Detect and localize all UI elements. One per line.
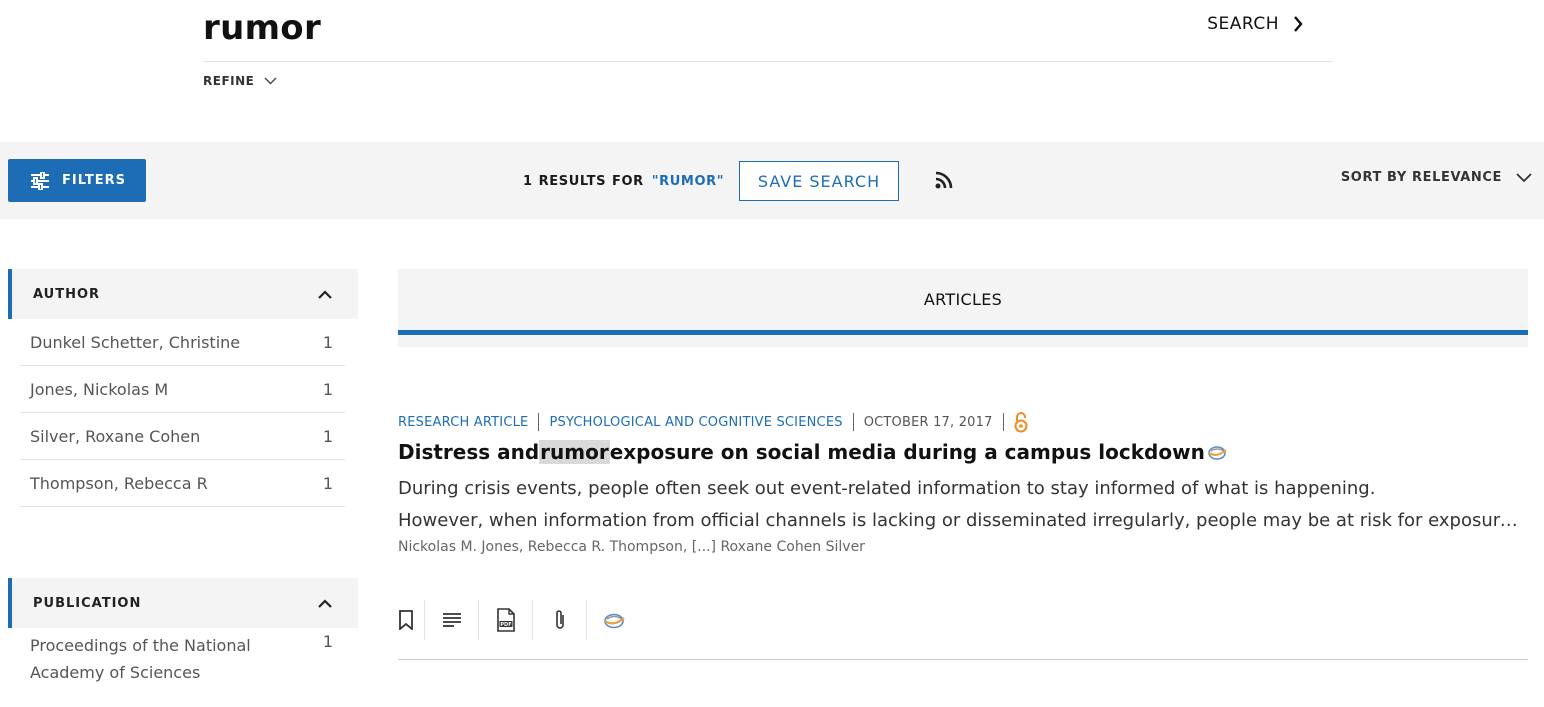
open-access-lock-icon: [1014, 412, 1028, 433]
altmetric-button[interactable]: [587, 600, 641, 640]
facet-item-author[interactable]: Jones, Nickolas M 1: [20, 366, 345, 413]
abstract-line: However, when information from official …: [398, 510, 1518, 531]
results-count: 1: [523, 174, 533, 189]
facet-item-count: 1: [322, 426, 333, 446]
filters-button[interactable]: FILTERS: [8, 159, 146, 202]
results-query: "RUMOR": [651, 174, 725, 189]
search-button[interactable]: SEARCH: [1207, 14, 1303, 34]
sort-dropdown[interactable]: SORT BY RELEVANCE: [1341, 170, 1532, 185]
sort-label: SORT BY RELEVANCE: [1340, 170, 1502, 185]
search-bar: rumor SEARCH: [203, 0, 1333, 62]
result-abstract: During crisis events, people often seek …: [398, 473, 1518, 537]
attachment-icon: [555, 610, 564, 629]
results-label: RESULTS: [538, 174, 607, 189]
publication-facet-list: Proceedings of the National Academy of S…: [20, 628, 345, 686]
altmetric-icon: [604, 613, 625, 629]
bookmark-button[interactable]: [398, 600, 425, 640]
search-input[interactable]: rumor: [203, 8, 321, 48]
facet-item-name: Jones, Nickolas M: [30, 379, 169, 399]
author-facet-header[interactable]: AUTHOR: [8, 269, 358, 319]
article-type-link[interactable]: RESEARCH ARTICLE: [398, 415, 528, 430]
author-facet-list: Dunkel Schetter, Christine 1 Jones, Nick…: [20, 319, 345, 507]
title-text: Distress and: [398, 440, 540, 464]
svg-text:PDF: PDF: [500, 622, 511, 628]
facet-item-name: Dunkel Schetter, Christine: [30, 332, 241, 352]
results-for-label: FOR: [612, 174, 644, 189]
facet-item-author[interactable]: Silver, Roxane Cohen 1: [20, 413, 345, 460]
facet-item-author[interactable]: Thompson, Rebecca R 1: [20, 460, 345, 507]
facet-item-name: Silver, Roxane Cohen: [30, 426, 201, 446]
publication-facet-header[interactable]: PUBLICATION: [8, 578, 358, 628]
publication-facet-title: PUBLICATION: [33, 595, 142, 611]
results-summary: 1 RESULTS FOR "RUMOR": [523, 174, 724, 189]
facet-item-author[interactable]: Dunkel Schetter, Christine 1: [20, 319, 345, 366]
chevron-up-icon: [318, 289, 332, 299]
author-facet-title: AUTHOR: [33, 286, 101, 302]
title-text: exposure on social media during a campus…: [609, 440, 1205, 464]
results-toolbar: FILTERS 1 RESULTS FOR "RUMOR" SAVE SEARC…: [0, 142, 1544, 219]
facet-item-count: 1: [322, 332, 333, 352]
author-facet: AUTHOR Dunkel Schetter, Christine 1 Jone…: [8, 269, 358, 507]
facet-item-publication[interactable]: Proceedings of the National Academy of S…: [20, 628, 345, 686]
rss-button[interactable]: [934, 170, 954, 195]
result-meta: RESEARCH ARTICLE PSYCHOLOGICAL AND COGNI…: [398, 410, 1528, 434]
facet-item-count: 1: [322, 473, 333, 493]
facet-item-count: 1: [322, 632, 333, 651]
altmetric-icon: [1208, 446, 1227, 460]
pdf-button[interactable]: PDF: [479, 600, 533, 640]
search-result: RESEARCH ARTICLE PSYCHOLOGICAL AND COGNI…: [398, 410, 1528, 555]
refine-label: REFINE: [203, 74, 255, 88]
filters-label: FILTERS: [62, 173, 126, 188]
pdf-icon: PDF: [496, 608, 515, 632]
abstract-icon: [442, 613, 461, 627]
result-actions: PDF: [398, 600, 641, 640]
bookmark-icon: [399, 610, 413, 630]
refine-toggle[interactable]: REFINE: [203, 74, 277, 88]
meta-divider: [538, 413, 540, 431]
sliders-icon: [31, 171, 49, 190]
publication-date: OCTOBER 17, 2017: [863, 414, 993, 430]
title-highlight: rumor: [539, 440, 610, 464]
facet-item-count: 1: [322, 379, 333, 399]
chevron-up-icon: [318, 598, 332, 608]
chevron-right-icon: [1294, 16, 1303, 32]
result-authors: Nickolas M. Jones, Rebecca R. Thompson, …: [398, 539, 865, 555]
section-link[interactable]: PSYCHOLOGICAL AND COGNITIVE SCIENCES: [549, 415, 842, 430]
result-title-link[interactable]: Distress and rumor exposure on social me…: [398, 440, 1528, 464]
attachment-button[interactable]: [533, 600, 587, 640]
rss-icon: [935, 171, 953, 189]
save-search-button[interactable]: SAVE SEARCH: [739, 161, 899, 201]
facet-item-name: Thompson, Rebecca R: [30, 473, 208, 493]
abstract-line: During crisis events, people often seek …: [398, 478, 1376, 499]
facet-item-name: Proceedings of the National Academy of S…: [30, 636, 251, 682]
search-button-label: SEARCH: [1207, 14, 1279, 34]
publication-facet: PUBLICATION Proceedings of the National …: [8, 578, 358, 686]
chevron-down-icon: [264, 77, 277, 85]
save-search-label: SAVE SEARCH: [757, 171, 881, 191]
abstract-button[interactable]: [425, 600, 479, 640]
meta-divider: [852, 413, 854, 431]
chevron-down-icon: [1516, 172, 1532, 182]
meta-divider: [1002, 413, 1004, 431]
result-divider: [398, 659, 1528, 660]
tab-articles[interactable]: ARTICLES: [398, 269, 1528, 335]
content-tabs: ARTICLES: [398, 269, 1528, 347]
tab-articles-label: ARTICLES: [923, 290, 1003, 309]
